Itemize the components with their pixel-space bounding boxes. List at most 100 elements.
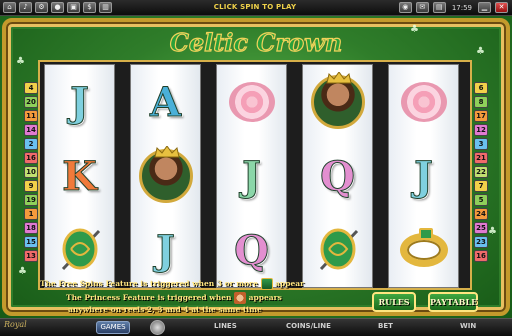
coins-per-line-label: COINS/LINE bbox=[286, 322, 331, 330]
bottom-bar: Royal GAMES LINES COINS/LINE BET WIN bbox=[0, 318, 512, 336]
shield-icon bbox=[61, 228, 100, 271]
ring-symbol bbox=[399, 228, 448, 267]
clover-icon: ♣ bbox=[16, 56, 25, 67]
status-prompt: CLICK SPIN TO PLAY bbox=[213, 3, 297, 11]
letter-symbol: J bbox=[70, 78, 90, 126]
clover-icon: ♣ bbox=[476, 46, 485, 57]
reel-symbol bbox=[131, 139, 200, 213]
stats-icon[interactable]: ▤ bbox=[432, 2, 446, 13]
payline-indicator[interactable]: 2 bbox=[24, 138, 38, 150]
sound-icon[interactable]: ♪ bbox=[19, 2, 32, 13]
reel-4: Q bbox=[302, 64, 373, 288]
reel-symbol: J bbox=[131, 213, 200, 287]
rules-button[interactable]: RULES bbox=[372, 292, 416, 312]
payline-indicator[interactable]: 20 bbox=[24, 96, 38, 108]
payline-indicator[interactable]: 3 bbox=[474, 138, 488, 150]
payline-indicator[interactable]: 21 bbox=[474, 152, 488, 164]
letter-symbol: J bbox=[156, 226, 176, 274]
feature-condition-info: anywhere on reels 2, 3 and 4 at the same… bbox=[68, 305, 262, 314]
payline-indicator[interactable]: 8 bbox=[474, 96, 488, 108]
reel-1: JK bbox=[44, 64, 115, 288]
minimize-icon[interactable]: ▁ bbox=[478, 2, 491, 13]
clover-icon: ♣ bbox=[18, 266, 27, 277]
home-icon[interactable]: ⌂ bbox=[3, 2, 16, 13]
reel-symbol: Q bbox=[303, 139, 372, 213]
graph-icon[interactable]: ▥ bbox=[99, 2, 112, 13]
princess-feature-info: The Princess Feature is triggered when a… bbox=[66, 292, 282, 304]
payline-indicator[interactable]: 16 bbox=[474, 250, 488, 262]
payline-indicator[interactable]: 1 bbox=[24, 208, 38, 220]
cash-icon[interactable]: ▣ bbox=[67, 2, 80, 13]
letter-symbol: Q bbox=[234, 226, 270, 274]
letter-symbol: A bbox=[149, 78, 182, 126]
slot-game-area: ♣ ♣ ♣ ♣ ♣ Celtic Crown 4 20 11 14 2 16 10 9 19 1 1… bbox=[0, 16, 512, 318]
letter-symbol: J bbox=[414, 152, 434, 200]
payline-indicator[interactable]: 16 bbox=[24, 152, 38, 164]
payline-indicator[interactable]: 24 bbox=[474, 208, 488, 220]
close-icon[interactable]: ✕ bbox=[495, 2, 508, 13]
reel-symbol bbox=[389, 213, 458, 287]
reel-symbol: A bbox=[131, 65, 200, 139]
toolbar-right-icons: ◉ ✉ ▤ 17:59 ▁ ✕ bbox=[398, 2, 508, 13]
payline-indicator[interactable]: 17 bbox=[474, 110, 488, 122]
clover-icon: ♣ bbox=[410, 24, 419, 35]
brand-logo: Royal bbox=[4, 320, 27, 329]
crown-icon bbox=[325, 72, 352, 84]
payline-indicator[interactable]: 23 bbox=[474, 236, 488, 248]
payline-indicator[interactable]: 6 bbox=[474, 82, 488, 94]
payline-indicator[interactable]: 11 bbox=[24, 110, 38, 122]
clover-icon: ♣ bbox=[488, 226, 497, 237]
coin-icon[interactable]: ◉ bbox=[398, 2, 412, 13]
payline-indicator[interactable]: 19 bbox=[24, 194, 38, 206]
reel-symbol: Q bbox=[217, 213, 286, 287]
games-button[interactable]: GAMES bbox=[96, 321, 130, 334]
payline-indicator[interactable]: 7 bbox=[474, 180, 488, 192]
payline-indicator[interactable]: 10 bbox=[24, 166, 38, 178]
shield-scatter-icon bbox=[260, 278, 273, 290]
settings-icon[interactable]: ⚙ bbox=[35, 2, 48, 13]
win-label: WIN bbox=[460, 322, 477, 330]
payline-indicator[interactable]: 18 bbox=[24, 222, 38, 234]
rose-symbol bbox=[228, 82, 275, 122]
options-button[interactable] bbox=[150, 320, 165, 335]
reel-5: J bbox=[388, 64, 459, 288]
paylines-right: 6 8 17 12 3 21 22 7 5 24 25 23 16 bbox=[474, 82, 488, 264]
paytable-button[interactable]: PAYTABLE bbox=[428, 292, 478, 312]
celtic-crown-logo: Celtic Crown bbox=[169, 27, 343, 57]
king-symbol bbox=[310, 72, 365, 129]
reel-3: JQ bbox=[216, 64, 287, 288]
payline-indicator[interactable]: 4 bbox=[24, 82, 38, 94]
bet-label: BET bbox=[378, 322, 393, 330]
toolbar-left-icons: ⌂ ♪ ⚙ ● ▣ $ ▥ bbox=[3, 2, 112, 13]
payline-indicator[interactable]: 15 bbox=[24, 236, 38, 248]
payline-indicator[interactable]: 9 bbox=[24, 180, 38, 192]
reel-symbol bbox=[45, 213, 114, 287]
king-symbol bbox=[138, 146, 193, 203]
clock: 17:59 bbox=[451, 3, 472, 12]
free-spins-info: The Free Spins Feature is triggered when… bbox=[40, 278, 305, 290]
chip-icon[interactable]: ● bbox=[51, 2, 64, 13]
lines-label: LINES bbox=[214, 322, 237, 330]
reel-symbol bbox=[217, 65, 286, 139]
reel-2: AJ bbox=[130, 64, 201, 288]
shield-icon bbox=[319, 228, 358, 271]
reel-symbol bbox=[389, 65, 458, 139]
princess-icon bbox=[234, 292, 247, 304]
reel-symbol bbox=[303, 213, 372, 287]
reel-symbol bbox=[303, 65, 372, 139]
shield-symbol bbox=[57, 225, 103, 275]
payline-indicator[interactable]: 14 bbox=[24, 124, 38, 136]
letter-symbol: K bbox=[62, 152, 98, 200]
dollar-icon[interactable]: $ bbox=[83, 2, 96, 13]
payline-indicator[interactable]: 5 bbox=[474, 194, 488, 206]
reel-symbol: J bbox=[389, 139, 458, 213]
top-toolbar: ⌂ ♪ ⚙ ● ▣ $ ▥ CLICK SPIN TO PLAY ◉ ✉ ▤ 17:59 ▁… bbox=[0, 0, 512, 16]
letter-symbol: J bbox=[242, 152, 262, 200]
payline-indicator[interactable]: 12 bbox=[474, 124, 488, 136]
rose-symbol bbox=[400, 82, 447, 122]
payline-indicator[interactable]: 13 bbox=[24, 250, 38, 262]
payline-indicator[interactable]: 22 bbox=[474, 166, 488, 178]
reel-symbol: J bbox=[45, 65, 114, 139]
payline-indicator[interactable]: 25 bbox=[474, 222, 488, 234]
message-icon[interactable]: ✉ bbox=[415, 2, 429, 13]
